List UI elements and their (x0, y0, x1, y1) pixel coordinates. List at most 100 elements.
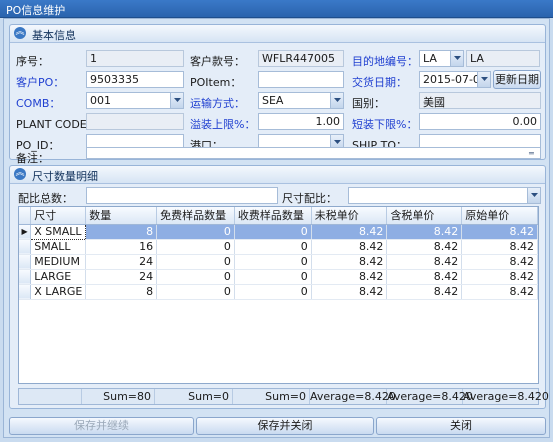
expand-grip-icon[interactable]: ═ (529, 149, 534, 158)
size-ratio-select[interactable] (348, 187, 541, 204)
basic-info-panel: ︽ 基本信息 序号： 1 客户款号： WFLR447005 目的地编号： LA … (9, 24, 546, 165)
cell-gross-price[interactable]: 8.42 (386, 254, 463, 270)
cell-gross-price[interactable]: 8.42 (386, 224, 463, 240)
comb-select[interactable]: 001 (86, 92, 184, 109)
cust-no-label: 客户款号： (190, 55, 245, 68)
cell-paid[interactable]: 0 (234, 284, 312, 300)
cell-paid[interactable]: 0 (234, 269, 312, 285)
cell-qty[interactable]: 24 (85, 254, 158, 270)
update-date-button[interactable]: 更新日期 (493, 70, 541, 89)
cell-size[interactable]: X SMALL (30, 223, 87, 240)
cell-orig-price[interactable]: 8.42 (461, 224, 538, 240)
dropdown-arrow-icon[interactable] (450, 51, 463, 66)
row-indicator (19, 254, 32, 270)
delivery-date-picker[interactable]: 2015-07-08 (419, 71, 491, 88)
table-row[interactable]: X LARGE 8 0 0 8.42 8.42 8.42 (19, 284, 538, 300)
cell-paid[interactable]: 0 (234, 239, 312, 255)
save-close-button[interactable]: 保存并关闭 (196, 417, 374, 435)
footer-indicator (19, 389, 82, 404)
cell-free[interactable]: 0 (156, 269, 235, 285)
cell-paid[interactable]: 0 (234, 254, 312, 270)
footer-orig-avg: Average=8.420 (463, 390, 549, 403)
collapse-chevron-icon[interactable]: ︽ (14, 27, 26, 39)
col-header-net-price[interactable]: 未税单价 (311, 207, 388, 225)
cell-net-price[interactable]: 8.42 (311, 239, 388, 255)
col-header-free[interactable]: 免费样品数量 (156, 207, 235, 225)
calendar-dropdown-icon[interactable] (477, 72, 490, 87)
cell-free[interactable]: 0 (156, 224, 235, 240)
cell-free[interactable]: 0 (156, 284, 235, 300)
cell-paid[interactable]: 0 (234, 224, 312, 240)
overship-label: 溢装上限%： (190, 118, 256, 131)
dropdown-arrow-icon[interactable] (527, 188, 540, 203)
cust-po-label: 客户PO： (16, 76, 65, 89)
window-body: ︽ 基本信息 序号： 1 客户款号： WFLR447005 目的地编号： LA … (3, 18, 550, 438)
plant-code-field (86, 113, 184, 130)
cell-net-price[interactable]: 8.42 (311, 254, 388, 270)
country-field: 美國 (419, 92, 541, 109)
cell-gross-price[interactable]: 8.42 (386, 239, 463, 255)
cell-orig-price[interactable]: 8.42 (461, 239, 538, 255)
col-header-paid[interactable]: 收费样品数量 (234, 207, 312, 225)
size-detail-header[interactable]: ︽ 尺寸数量明细 (10, 166, 545, 184)
cell-size[interactable]: LARGE (30, 269, 87, 285)
cell-net-price[interactable]: 8.42 (311, 269, 388, 285)
dest-code-value: LA (423, 52, 437, 65)
cell-net-price[interactable]: 8.42 (311, 224, 388, 240)
seq-field: 1 (86, 50, 184, 67)
cell-qty[interactable]: 8 (85, 284, 158, 300)
size-table: 尺寸 数量 免费样品数量 收费样品数量 未税单价 含税单价 原始单价 ▶ X S… (19, 207, 538, 300)
cust-po-field[interactable]: 9503335 (86, 71, 184, 88)
footer-net-avg: Average=8.420 (310, 389, 396, 404)
cell-size[interactable]: X LARGE (30, 284, 87, 300)
table-row[interactable]: LARGE 24 0 0 8.42 8.42 8.42 (19, 269, 538, 285)
close-button[interactable]: 关闭 (376, 417, 546, 435)
collapse-chevron-icon[interactable]: ︽ (14, 168, 26, 180)
overship-field[interactable]: 1.00 (258, 113, 344, 130)
table-row[interactable]: MEDIUM 24 0 0 8.42 8.42 8.42 (19, 254, 538, 270)
footer-qty-sum: Sum=80 (82, 389, 155, 404)
table-row[interactable]: SMALL 16 0 0 8.42 8.42 8.42 (19, 239, 538, 255)
title-bar: PO信息维护 (0, 0, 553, 18)
cell-qty[interactable]: 16 (85, 239, 158, 255)
ratio-total-field[interactable] (86, 187, 278, 204)
cell-net-price[interactable]: 8.42 (311, 284, 388, 300)
cell-size[interactable]: SMALL (30, 239, 87, 255)
cell-size[interactable]: MEDIUM (30, 254, 87, 270)
row-indicator-header (19, 207, 32, 225)
dropdown-arrow-icon[interactable] (330, 93, 343, 108)
cell-qty[interactable]: 8 (85, 224, 158, 240)
poitem-label: POItem： (190, 76, 242, 89)
comb-label: COMB： (16, 97, 61, 110)
cell-gross-price[interactable]: 8.42 (386, 269, 463, 285)
row-indicator (19, 284, 32, 300)
col-header-orig-price[interactable]: 原始单价 (461, 207, 538, 225)
country-label: 国别： (352, 97, 385, 110)
ship-method-select[interactable]: SEA (258, 92, 344, 109)
col-header-qty[interactable]: 数量 (85, 207, 158, 225)
dropdown-arrow-icon[interactable] (170, 93, 183, 108)
cell-orig-price[interactable]: 8.42 (461, 269, 538, 285)
cell-orig-price[interactable]: 8.42 (461, 284, 538, 300)
seq-label: 序号： (16, 55, 49, 68)
save-continue-button[interactable]: 保存并继续 (9, 417, 194, 435)
cell-free[interactable]: 0 (156, 239, 235, 255)
col-header-size[interactable]: 尺寸 (30, 207, 87, 225)
footer-paid-sum: Sum=0 (233, 389, 310, 404)
delivery-label: 交货日期： (352, 76, 407, 89)
cell-gross-price[interactable]: 8.42 (386, 284, 463, 300)
poitem-field[interactable] (258, 71, 344, 88)
cell-free[interactable]: 0 (156, 254, 235, 270)
remark-field[interactable] (86, 147, 541, 159)
size-grid[interactable]: 尺寸 数量 免费样品数量 收费样品数量 未税单价 含税单价 原始单价 ▶ X S… (18, 206, 539, 384)
col-header-gross-price[interactable]: 含税单价 (386, 207, 463, 225)
size-detail-panel: ︽ 尺寸数量明细 配比总数： 尺寸配比： 尺寸 数量 免费样品数量 收费样品数量… (9, 165, 549, 409)
shortship-field[interactable]: 0.00 (419, 113, 541, 130)
cell-orig-price[interactable]: 8.42 (461, 254, 538, 270)
dest-code-select[interactable]: LA (419, 50, 464, 67)
table-row[interactable]: ▶ X SMALL 8 0 0 8.42 8.42 8.42 (19, 223, 538, 240)
cell-qty[interactable]: 24 (85, 269, 158, 285)
ship-method-label: 运输方式： (190, 97, 245, 110)
dest-label: 目的地编号： (352, 55, 418, 68)
basic-info-header[interactable]: ︽ 基本信息 (10, 25, 545, 43)
